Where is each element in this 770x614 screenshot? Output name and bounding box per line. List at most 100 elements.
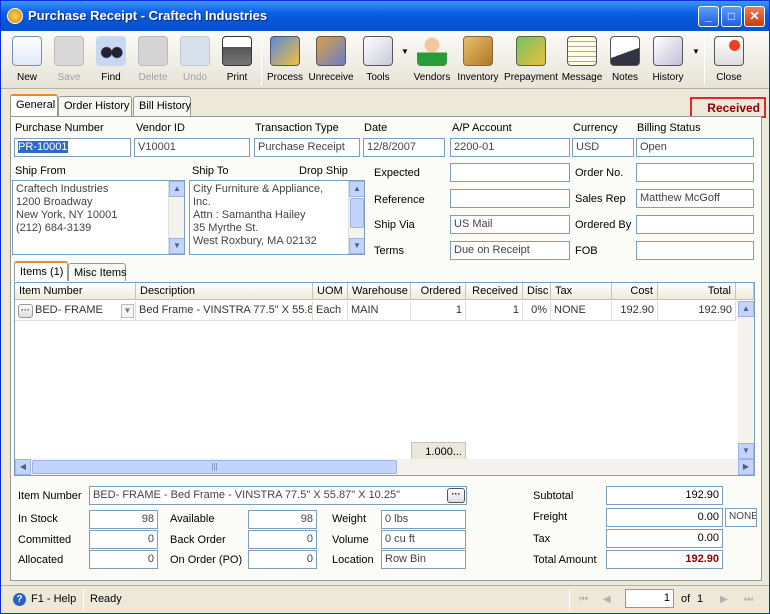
last-record-icon[interactable]: ⏭ (744, 594, 758, 606)
back-order-field: 0 (248, 530, 317, 549)
weight-label: Weight (332, 513, 367, 525)
column-header-uom[interactable]: UOM (313, 283, 348, 300)
column-header-disc[interactable]: Disc (523, 283, 551, 300)
freight-code-field[interactable]: NONE (725, 508, 757, 527)
find-button[interactable]: Find (93, 33, 129, 87)
column-header-warehouse[interactable]: Warehouse (348, 283, 411, 300)
item-number-lookup-button[interactable]: ··· (447, 488, 465, 503)
ship-from-address[interactable]: Craftech Industries 1200 Broadway New York… (12, 180, 185, 255)
tools-button[interactable]: Tools (359, 33, 397, 87)
history-button[interactable]: History (647, 33, 689, 87)
reference-field[interactable] (450, 189, 570, 208)
first-record-icon[interactable]: ⏮ (579, 594, 593, 606)
prepayment-button[interactable]: Prepayment (504, 33, 558, 87)
print-button[interactable]: Print (219, 33, 255, 87)
help-label[interactable]: F1 - Help (31, 593, 76, 605)
freight-field[interactable]: 0.00 (606, 508, 723, 527)
subtotal-label: Subtotal (533, 490, 574, 502)
billing-status-field[interactable]: Open (636, 138, 754, 157)
cell-warehouse[interactable]: MAIN (348, 301, 411, 321)
page-count: 1 (697, 593, 704, 605)
undo-button[interactable]: Undo (177, 33, 213, 87)
vendor-person-icon (417, 36, 447, 66)
tab-order-history[interactable]: Order History (58, 96, 132, 116)
ap-account-field[interactable]: 2200-01 (450, 138, 570, 157)
ship-to-scrollbar[interactable]: ▲ ▼ (348, 181, 364, 254)
cell-disc[interactable]: 0% (523, 301, 551, 321)
available-field: 98 (248, 510, 317, 529)
transaction-type-field[interactable]: Purchase Receipt (254, 138, 360, 157)
sales-rep-field[interactable]: Matthew McGoff (636, 189, 754, 208)
fob-field[interactable] (636, 241, 754, 260)
vendor-id-label: Vendor ID (136, 122, 185, 134)
inventory-button[interactable]: Inventory (456, 33, 500, 87)
binoculars-icon (96, 36, 126, 66)
cell-ordered[interactable]: 1 (411, 301, 466, 321)
column-header-tax[interactable]: Tax (551, 283, 612, 300)
inventory-boxes-icon (463, 36, 493, 66)
maximize-button[interactable]: □ (721, 6, 742, 27)
billing-status-label: Billing Status (637, 122, 701, 134)
tab-bill-history[interactable]: Bill History (133, 96, 191, 116)
column-header-cost[interactable]: Cost (612, 283, 658, 300)
order-no-field[interactable] (636, 163, 754, 182)
cell-description[interactable]: Bed Frame - VINSTRA 77.5" X 55.87 (136, 301, 313, 321)
previous-record-icon[interactable]: ◀ (603, 594, 617, 606)
cell-item-number[interactable]: BED- FRAME (15, 301, 136, 321)
message-button[interactable]: Message (561, 33, 603, 87)
cell-total[interactable]: 192.90 (658, 301, 736, 321)
drop-ship-label[interactable]: Drop Ship (299, 165, 348, 177)
new-button[interactable]: New (9, 33, 45, 87)
expected-label: Expected (374, 167, 420, 179)
help-icon[interactable]: ? (13, 593, 26, 606)
weight-field: 0 lbs (381, 510, 466, 529)
tools-icon (363, 36, 393, 66)
next-record-icon[interactable]: ▶ (720, 594, 734, 606)
ship-to-address[interactable]: City Furniture & Appliance, Inc. Attn : Sa… (189, 180, 365, 255)
order-no-label: Order No. (575, 167, 624, 179)
purchase-number-field[interactable]: PR-10001 (14, 138, 131, 157)
column-header-description[interactable]: Description (136, 283, 313, 300)
notes-button[interactable]: Notes (607, 33, 643, 87)
close-button[interactable]: Close (711, 33, 747, 87)
close-window-button[interactable]: ✕ (744, 6, 765, 27)
cell-received[interactable]: 1 (466, 301, 523, 321)
unreceive-button[interactable]: Unreceive (308, 33, 354, 87)
column-header-ordered[interactable]: Ordered (411, 283, 466, 300)
column-header-item-number[interactable]: Item Number (15, 283, 136, 300)
expected-field[interactable] (450, 163, 570, 182)
ship-via-label: Ship Via (374, 219, 415, 231)
save-button[interactable]: Save (51, 33, 87, 87)
process-button[interactable]: Process (266, 33, 304, 87)
cell-cost[interactable]: 192.90 (612, 301, 658, 321)
grid-horizontal-scrollbar[interactable]: ◀ ||| ▶ (15, 459, 754, 475)
column-header-total[interactable]: Total (658, 283, 736, 300)
tab-misc-items[interactable]: Misc Items (68, 263, 127, 281)
ship-from-scrollbar[interactable]: ▲ ▼ (168, 181, 184, 254)
in-stock-field: 98 (89, 510, 158, 529)
terms-field[interactable]: Due on Receipt (450, 241, 570, 260)
vendor-id-field[interactable]: V10001 (134, 138, 250, 157)
item-dropdown-arrow-icon[interactable]: ▼ (121, 304, 134, 318)
ordered-by-field[interactable] (636, 215, 754, 234)
currency-field[interactable]: USD (572, 138, 634, 157)
grid-vertical-scrollbar[interactable]: ▲ ▼ (738, 301, 754, 459)
item-number-field[interactable]: BED- FRAME - Bed Frame - VINSTRA 77.5" X… (89, 486, 467, 505)
tools-dropdown-arrow-icon[interactable]: ▼ (401, 47, 409, 56)
page-number-input[interactable]: 1 (625, 589, 674, 608)
tab-general[interactable]: General (10, 94, 58, 116)
vendors-button[interactable]: Vendors (413, 33, 451, 87)
ship-via-field[interactable]: US Mail (450, 215, 570, 234)
tab-items[interactable]: Items (1) (14, 261, 68, 281)
total-amount-label: Total Amount (533, 554, 597, 566)
minimize-button[interactable]: _ (698, 6, 719, 27)
delete-button[interactable]: Delete (135, 33, 171, 87)
item-lookup-button[interactable]: ··· (18, 304, 33, 318)
cell-uom[interactable]: Each (313, 301, 348, 321)
on-order-label: On Order (PO) (170, 554, 243, 566)
close-door-icon (714, 36, 744, 66)
column-header-received[interactable]: Received (466, 283, 523, 300)
date-field[interactable]: 12/8/2007 (363, 138, 445, 157)
history-dropdown-arrow-icon[interactable]: ▼ (692, 47, 700, 56)
cell-tax[interactable]: NONE (551, 301, 612, 321)
